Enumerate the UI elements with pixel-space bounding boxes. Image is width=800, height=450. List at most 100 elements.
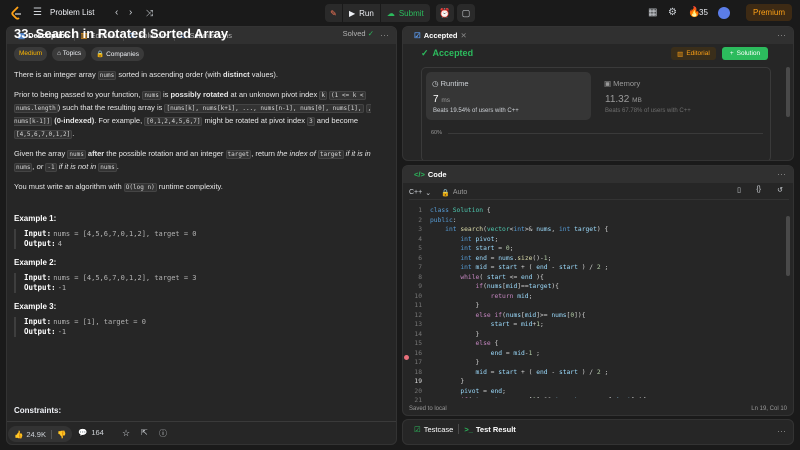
code-line[interactable]: int end = nums.size()-1; <box>430 254 790 264</box>
example-1: Input: nums = [4,5,6,7,0,1,2], target = … <box>14 229 378 249</box>
code-line[interactable]: } <box>430 330 790 340</box>
line-number: 10 <box>414 292 422 300</box>
code-editor[interactable]: class Solution {public: int search(vecto… <box>430 206 790 398</box>
reset-icon[interactable]: ↺ <box>777 186 783 194</box>
language-select[interactable]: C++ ⌄ <box>409 189 431 197</box>
tab-accepted[interactable]: ☑ Accepted ✕ <box>409 31 472 41</box>
checkbox-icon: ☑ <box>414 424 421 434</box>
line-number: 19 <box>414 378 422 385</box>
line-number: 2 <box>418 216 422 224</box>
layout-icon[interactable]: ▦ <box>648 6 657 20</box>
scrollbar[interactable] <box>786 67 790 117</box>
line-number: 1 <box>418 207 422 214</box>
thumbs-up-icon: 👍 <box>14 429 24 439</box>
auto-toggle[interactable]: 🔒 Auto <box>441 189 467 197</box>
line-number: 21 <box>414 397 422 404</box>
save-status: Saved to local <box>409 406 447 412</box>
share-icon[interactable]: ⇱ <box>141 428 148 437</box>
clock-icon: ◷ <box>432 79 441 88</box>
tab-testcase[interactable]: ☑ Testcase <box>409 424 460 434</box>
notes-icon[interactable]: ▢ <box>457 4 475 22</box>
companies-button[interactable]: 🔒 Companies <box>91 47 144 61</box>
code-line[interactable]: end = mid-1 ; <box>430 349 790 359</box>
close-tab-icon[interactable]: ✕ <box>461 31 467 40</box>
code-line[interactable]: } <box>430 377 790 387</box>
shuffle-icon[interactable]: ⤨ <box>146 6 153 20</box>
code-line[interactable]: int search(vector<int>& nums, int target… <box>430 225 790 235</box>
constraints-heading: Constraints: <box>14 406 62 415</box>
submit-button[interactable]: ☁ Submit <box>379 4 430 22</box>
book-icon: ▥ <box>677 50 684 58</box>
more-options-icon[interactable]: ··· <box>777 30 786 40</box>
code-line[interactable]: int start = 0; <box>430 244 790 254</box>
premium-button[interactable]: Premium <box>746 4 792 21</box>
tab-test-result[interactable]: >_ Test Result <box>459 424 520 434</box>
avatar[interactable] <box>718 7 730 19</box>
runtime-card[interactable]: ◷ Runtime 7 ms Beats 19.54% of users wit… <box>426 72 591 120</box>
code-line[interactable]: if(nums[mid]==target){ <box>430 282 790 292</box>
code-line[interactable]: } <box>430 301 790 311</box>
divider <box>7 421 396 422</box>
code-line[interactable]: public: <box>430 216 790 226</box>
line-number: 15 <box>414 340 422 347</box>
accepted-status: ✓ Accepted <box>421 48 474 58</box>
runtime-value: 7 <box>433 94 439 105</box>
line-number: 13 <box>414 321 422 328</box>
code-line[interactable]: mid = start + ( end - start ) / 2 ; <box>430 368 790 378</box>
solution-button[interactable]: + Solution <box>722 47 768 60</box>
check-circle-icon: ✓ <box>421 48 429 58</box>
code-line[interactable]: else if(nums[mid]>= nums[0]){ <box>430 311 790 321</box>
example-2: Input: nums = [4,5,6,7,0,1,2], target = … <box>14 273 378 293</box>
example-2-heading: Example 2: <box>14 258 57 267</box>
plus-icon: + <box>729 50 734 57</box>
line-number: 9 <box>418 283 422 290</box>
code-line[interactable]: pivot = end; <box>430 387 790 397</box>
format-braces-icon[interactable]: {} <box>756 186 761 193</box>
help-icon[interactable]: ⓘ <box>159 428 167 439</box>
line-number: 3 <box>418 226 422 233</box>
leetcode-logo[interactable] <box>10 6 23 20</box>
settings-gear-icon[interactable]: ⚙ <box>668 6 677 20</box>
star-icon[interactable]: ☆ <box>122 428 130 439</box>
chart-gridline <box>448 133 763 134</box>
editorial-button[interactable]: ▥ Editorial <box>671 47 716 60</box>
code-line[interactable]: int mid = start + ( end - start ) / 2 ; <box>430 263 790 273</box>
code-line[interactable]: } <box>430 358 790 368</box>
streak-count: 35 <box>699 8 708 17</box>
problem-description: 33. Search in Rotated Sorted Array Solve… <box>6 20 386 418</box>
paragraph-3: Given the array nums after the possible … <box>14 149 371 172</box>
topics-button[interactable]: ⌂ Topics <box>52 47 87 61</box>
problem-list-link[interactable]: Problem List <box>50 6 94 20</box>
line-number: 7 <box>418 264 422 271</box>
line-number: 5 <box>418 245 422 252</box>
example-3-heading: Example 3: <box>14 302 57 311</box>
bookmark-icon[interactable]: ▯ <box>737 186 741 194</box>
accepted-panel: ☑ Accepted ✕ ··· ✓ Accepted ▥ Editorial + Sol… <box>402 26 794 161</box>
problem-list-icon[interactable]: ☰ <box>33 6 42 20</box>
paragraph-4: You must write an algorithm with O(log n… <box>14 182 223 192</box>
code-line[interactable]: while( start <= end ){ <box>430 273 790 283</box>
next-problem-icon[interactable]: › <box>129 6 132 20</box>
more-options-icon[interactable]: ··· <box>777 169 786 179</box>
prev-problem-icon[interactable]: ‹ <box>115 6 118 20</box>
check-square-icon: ☑ <box>414 31 421 40</box>
code-line[interactable]: int pivot; <box>430 235 790 245</box>
line-number: 17 <box>414 359 422 366</box>
solved-status: Solved ✓ <box>342 29 374 38</box>
code-line[interactable]: if( target >= nums[0] && target <= nums[… <box>430 396 790 398</box>
more-options-icon[interactable]: ··· <box>777 426 786 436</box>
line-number: 20 <box>414 387 422 395</box>
comments-button[interactable]: 💬 164 <box>78 428 104 437</box>
memory-card[interactable]: ▣ Memory 11.32 MB Beats 67.78% of users … <box>598 72 763 120</box>
thumbs-down-icon[interactable]: 👎 <box>57 430 66 439</box>
like-button[interactable]: 👍 24.9K 👎 <box>8 426 73 442</box>
timer-icon[interactable]: ⏰ <box>436 4 454 22</box>
lock-icon: 🔒 <box>96 51 107 58</box>
code-line[interactable]: return mid; <box>430 292 790 302</box>
problem-title: 33. Search in Rotated Sorted Array <box>14 26 229 41</box>
code-line[interactable]: class Solution { <box>430 206 790 216</box>
chevron-down-icon: ⌄ <box>425 189 432 197</box>
code-line[interactable]: start = mid+1; <box>430 320 790 330</box>
code-line[interactable]: else { <box>430 339 790 349</box>
tab-code[interactable]: </> Code <box>409 170 452 180</box>
